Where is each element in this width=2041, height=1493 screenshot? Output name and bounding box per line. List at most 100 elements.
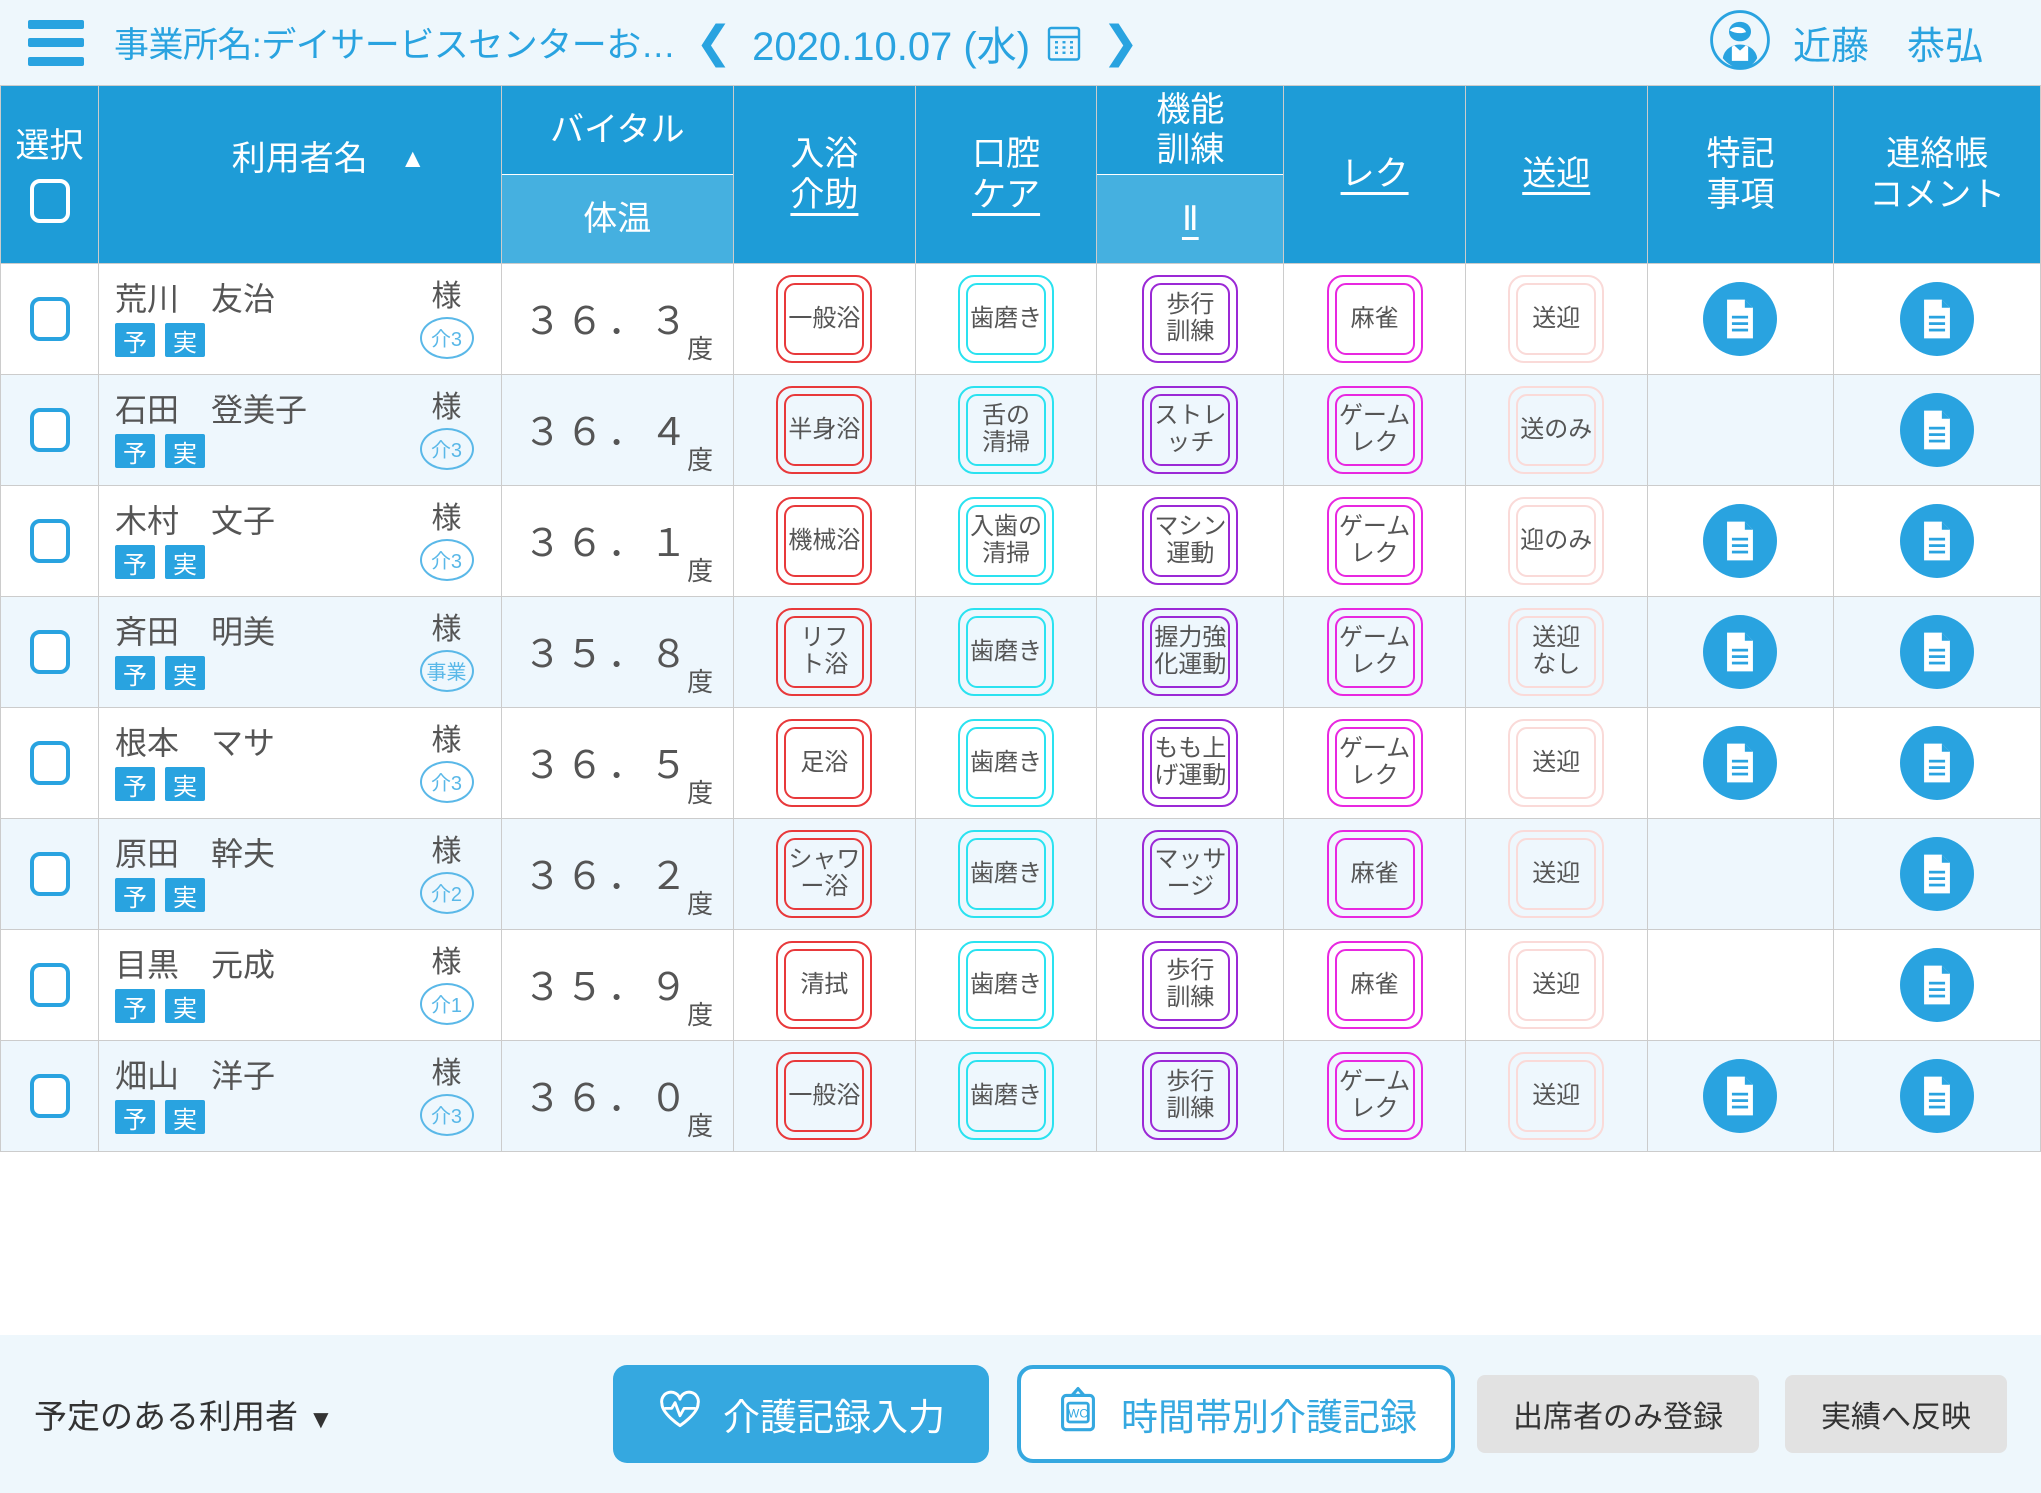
row-select-cell[interactable]: [0, 596, 99, 708]
row-select-cell[interactable]: [0, 707, 99, 819]
row-select-cell[interactable]: [0, 485, 99, 597]
temperature-cell[interactable]: ３６．３ 度: [500, 263, 735, 375]
oral-care-cell[interactable]: 入歯の 清掃: [914, 485, 1098, 597]
recreation-cell[interactable]: ゲーム レク: [1283, 485, 1466, 597]
function-training-cell[interactable]: マッサ ージ: [1096, 818, 1285, 930]
special-notes-cell[interactable]: [1646, 818, 1835, 930]
column-header-transport[interactable]: 送迎: [1464, 85, 1648, 264]
function-training-chip[interactable]: 歩行 訓練: [1142, 941, 1239, 1029]
function-training-cell[interactable]: 歩行 訓練: [1096, 1040, 1285, 1152]
bath-assist-cell[interactable]: 清拭: [733, 929, 916, 1041]
document-icon[interactable]: [1703, 282, 1778, 356]
bath-assist-cell[interactable]: 機械浴: [733, 485, 916, 597]
recreation-chip[interactable]: 麻雀: [1326, 275, 1423, 363]
column-header-name[interactable]: 利用者名 ▲: [98, 85, 502, 264]
transport-cell[interactable]: 送迎: [1464, 818, 1648, 930]
temperature-cell[interactable]: ３６．１ 度: [500, 485, 735, 597]
special-notes-cell[interactable]: [1646, 707, 1835, 819]
tag-result[interactable]: 実: [165, 323, 205, 358]
reflect-to-results-button[interactable]: 実績へ反映: [1785, 1375, 2007, 1453]
document-icon[interactable]: [1900, 504, 1975, 578]
contact-comment-cell[interactable]: [1833, 596, 2041, 708]
tag-plan[interactable]: 予: [115, 878, 155, 913]
recreation-chip[interactable]: ゲーム レク: [1326, 608, 1423, 696]
table-row[interactable]: 荒川 友治予実様介3 ３６．３ 度一般浴 歯磨き 歩行 訓練 麻雀 送迎: [0, 263, 2041, 375]
user-name-cell[interactable]: 石田 登美子予実様介3: [98, 374, 502, 486]
function-training-cell[interactable]: 歩行 訓練: [1096, 929, 1285, 1041]
user-filter-dropdown[interactable]: 予定のある利用者 ▼: [34, 1390, 334, 1438]
bath-assist-chip[interactable]: 機械浴: [776, 497, 873, 585]
row-checkbox[interactable]: [29, 297, 70, 341]
function-training-cell[interactable]: マシン 運動: [1096, 485, 1285, 597]
document-icon[interactable]: [1703, 1059, 1778, 1133]
oral-care-chip[interactable]: 歯磨き: [958, 1052, 1055, 1140]
recreation-cell[interactable]: ゲーム レク: [1283, 596, 1466, 708]
bath-assist-chip[interactable]: リフ ト浴: [776, 608, 873, 696]
recreation-cell[interactable]: 麻雀: [1283, 818, 1466, 930]
bath-assist-cell[interactable]: リフ ト浴: [733, 596, 916, 708]
bath-assist-chip[interactable]: 足浴: [776, 719, 873, 807]
temperature-cell[interactable]: ３６．５ 度: [500, 707, 735, 819]
column-header-notes[interactable]: 特記 事項: [1646, 85, 1835, 264]
user-name-cell[interactable]: 根本 マサ予実様介3: [98, 707, 502, 819]
tag-result[interactable]: 実: [165, 767, 205, 802]
row-select-cell[interactable]: [0, 374, 99, 486]
bath-assist-cell[interactable]: 半身浴: [733, 374, 916, 486]
oral-care-cell[interactable]: 歯磨き: [914, 263, 1098, 375]
oral-care-cell[interactable]: 舌の 清掃: [914, 374, 1098, 486]
user-name-cell[interactable]: 目黒 元成予実様介1: [98, 929, 502, 1041]
recreation-chip[interactable]: 麻雀: [1326, 941, 1423, 1029]
recreation-chip[interactable]: ゲーム レク: [1326, 719, 1423, 807]
transport-cell[interactable]: 送のみ: [1464, 374, 1648, 486]
bath-assist-chip[interactable]: 清拭: [776, 941, 873, 1029]
contact-comment-cell[interactable]: [1833, 485, 2041, 597]
recreation-cell[interactable]: 麻雀: [1283, 263, 1466, 375]
select-all-checkbox[interactable]: [29, 178, 70, 223]
transport-chip[interactable]: 送迎 なし: [1508, 608, 1605, 696]
row-checkbox[interactable]: [29, 519, 70, 563]
oral-care-chip[interactable]: 入歯の 清掃: [958, 497, 1055, 585]
function-training-chip[interactable]: 歩行 訓練: [1142, 1052, 1239, 1140]
table-row[interactable]: 畑山 洋子予実様介3 ３６．０ 度一般浴 歯磨き 歩行 訓練 ゲーム レク 送迎: [0, 1040, 2041, 1152]
transport-cell[interactable]: 送迎: [1464, 263, 1648, 375]
tag-plan[interactable]: 予: [115, 989, 155, 1024]
transport-cell[interactable]: 送迎: [1464, 1040, 1648, 1152]
transport-cell[interactable]: 送迎: [1464, 707, 1648, 819]
table-row[interactable]: 目黒 元成予実様介1 ３５．９ 度清拭 歯磨き 歩行 訓練 麻雀 送迎: [0, 929, 2041, 1041]
temperature-cell[interactable]: ３６．０ 度: [500, 1040, 735, 1152]
oral-care-chip[interactable]: 歯磨き: [958, 719, 1055, 807]
contact-comment-cell[interactable]: [1833, 263, 2041, 375]
oral-care-chip[interactable]: 歯磨き: [958, 941, 1055, 1029]
recreation-cell[interactable]: ゲーム レク: [1283, 707, 1466, 819]
function-training-cell[interactable]: 歩行 訓練: [1096, 263, 1285, 375]
transport-chip[interactable]: 送のみ: [1508, 386, 1605, 474]
row-select-cell[interactable]: [0, 929, 99, 1041]
user-name-cell[interactable]: 荒川 友治予実様介3: [98, 263, 502, 375]
tag-plan[interactable]: 予: [115, 1100, 155, 1135]
records-table-container[interactable]: 選択 利用者名 ▲ バイタル 体温 入浴 介助 口腔 ケア 機能 訓練 Ⅱ レク…: [0, 85, 2041, 1335]
document-icon[interactable]: [1703, 726, 1778, 800]
time-based-record-button[interactable]: WC 時間帯別介護記録: [1017, 1365, 1455, 1463]
recreation-chip[interactable]: ゲーム レク: [1326, 1052, 1423, 1140]
transport-cell[interactable]: 送迎: [1464, 929, 1648, 1041]
document-icon[interactable]: [1900, 1059, 1975, 1133]
recreation-chip[interactable]: ゲーム レク: [1326, 497, 1423, 585]
row-select-cell[interactable]: [0, 1040, 99, 1152]
special-notes-cell[interactable]: [1646, 485, 1835, 597]
register-attendees-button[interactable]: 出席者のみ登録: [1477, 1375, 1759, 1453]
oral-care-chip[interactable]: 歯磨き: [958, 830, 1055, 918]
recreation-chip[interactable]: 麻雀: [1326, 830, 1423, 918]
function-training-chip[interactable]: もも上 げ運動: [1142, 719, 1239, 807]
function-training-chip[interactable]: ストレ ッチ: [1142, 386, 1239, 474]
user-name-cell[interactable]: 畑山 洋子予実様介3: [98, 1040, 502, 1152]
function-training-cell[interactable]: ストレ ッチ: [1096, 374, 1285, 486]
user-profile[interactable]: 近藤 恭弘: [1709, 9, 2013, 76]
oral-care-cell[interactable]: 歯磨き: [914, 818, 1098, 930]
tag-result[interactable]: 実: [165, 545, 205, 580]
table-row[interactable]: 根本 マサ予実様介3 ３６．５ 度足浴 歯磨き もも上 げ運動 ゲーム レク 送迎: [0, 707, 2041, 819]
tag-result[interactable]: 実: [165, 656, 205, 691]
oral-care-cell[interactable]: 歯磨き: [914, 1040, 1098, 1152]
row-checkbox[interactable]: [29, 852, 70, 896]
transport-chip[interactable]: 送迎: [1508, 1052, 1605, 1140]
tag-result[interactable]: 実: [165, 434, 205, 469]
